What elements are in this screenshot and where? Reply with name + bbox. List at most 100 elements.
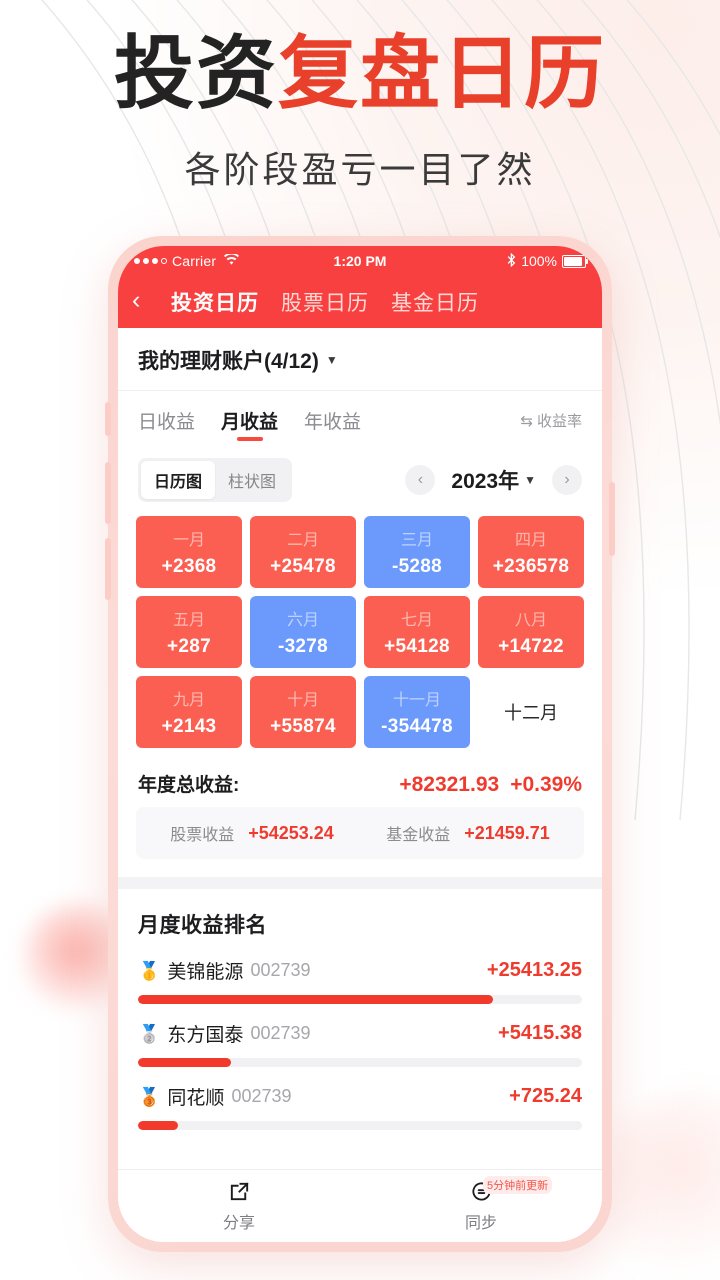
month-cell[interactable]: 二月 +25478 <box>250 516 356 588</box>
month-cell[interactable]: 十一月 -354478 <box>364 676 470 748</box>
month-cell-label: 三月 <box>400 532 433 549</box>
ranking-row[interactable]: 🥉 同花顺 002739 +725.24 <box>118 1071 602 1134</box>
month-cell[interactable]: 六月 -3278 <box>250 596 356 668</box>
ranking-row[interactable]: 🥈 东方国泰 002739 +5415.38 <box>118 1008 602 1071</box>
battery-icon <box>562 254 588 268</box>
phone-volume-down-button <box>105 538 111 600</box>
month-cell-label: 一月 <box>172 532 205 549</box>
annual-total-amount: +82321.93 <box>399 773 500 796</box>
month-cell-value: +54128 <box>384 636 450 657</box>
ranking-row-header: 🥈 东方国泰 002739 +5415.38 <box>138 1020 582 1047</box>
month-cell-value: +2368 <box>161 556 217 577</box>
wifi-icon <box>224 252 240 269</box>
segment-calendar-view[interactable]: 日历图 <box>141 461 216 499</box>
ranking-stock-name: 美锦能源 <box>167 962 244 983</box>
ranking-row-header: 🥇 美锦能源 002739 +25413.25 <box>138 957 582 984</box>
breakdown-stock-label: 股票收益 <box>170 827 235 844</box>
bronze-medal-icon: 🥉 <box>138 1086 161 1107</box>
period-tab-bar: 日收益 月收益 年收益 ⇆ 收益率 <box>118 391 602 454</box>
back-button[interactable]: ‹ <box>132 288 160 316</box>
tab-yearly-return[interactable]: 年收益 <box>304 407 361 441</box>
year-label: 2023年 <box>451 470 520 493</box>
swap-icon: ⇆ <box>520 412 533 430</box>
next-year-button[interactable]: › <box>552 465 582 495</box>
phone-mute-button <box>105 402 111 436</box>
month-cell-value: +14722 <box>498 636 564 657</box>
ranking-progress-bar <box>138 1058 582 1067</box>
nav-tab-fund-calendar[interactable]: 基金日历 <box>380 287 490 317</box>
share-icon <box>228 1180 251 1204</box>
month-cell-label: 五月 <box>172 612 205 629</box>
ranking-stock-code: 002739 <box>250 1023 311 1043</box>
hero-section: 投资复盘日历 各阶段盈亏一目了然 <box>0 0 720 193</box>
share-button[interactable]: 分享 <box>118 1180 360 1233</box>
month-cell[interactable]: 一月 +2368 <box>136 516 242 588</box>
month-cell-value: +25478 <box>270 556 336 577</box>
month-cell-value: -3278 <box>277 636 329 657</box>
return-rate-label: 收益率 <box>536 413 582 430</box>
ranking-progress-bar <box>138 1121 582 1130</box>
account-selector[interactable]: 我的理财账户(4/12) ▼ <box>118 328 602 391</box>
ranking-progress-fill <box>138 1058 232 1067</box>
ranking-progress-bar <box>138 995 582 1004</box>
tab-monthly-return[interactable]: 月收益 <box>221 407 278 441</box>
year-selector[interactable]: 2023年 ▼ <box>451 465 536 495</box>
month-cell[interactable]: 十二月 <box>478 676 584 748</box>
return-breakdown: 股票收益 +54253.24 基金收益 +21459.71 <box>136 807 584 859</box>
ranking-stock-value: +5415.38 <box>498 1022 582 1044</box>
segment-bar-chart-view[interactable]: 柱状图 <box>215 461 289 499</box>
caret-down-icon: ▼ <box>524 473 536 487</box>
month-cell[interactable]: 八月 +14722 <box>478 596 584 668</box>
ranking-progress-fill <box>138 1121 178 1130</box>
view-mode-segmented-control: 日历图 柱状图 <box>138 458 293 502</box>
month-cell-label: 七月 <box>400 612 433 629</box>
annual-total-percent: +0.39% <box>510 773 582 796</box>
month-cell-label: 十二月 <box>504 703 558 723</box>
month-cell[interactable]: 三月 -5288 <box>364 516 470 588</box>
annual-total-row: 年度总收益: +82321.93 +0.39% <box>118 754 602 807</box>
gold-medal-icon: 🥇 <box>138 960 161 981</box>
ranking-stock-name: 同花顺 <box>167 1088 225 1109</box>
carrier-label: Carrier <box>172 253 217 269</box>
ranking-stock-code: 002739 <box>231 1086 292 1106</box>
breakdown-stock-value: +54253.24 <box>248 822 334 843</box>
month-cell-label: 十月 <box>286 692 319 709</box>
account-selector-label: 我的理财账户(4/12) <box>138 350 319 373</box>
phone-power-button <box>609 482 615 556</box>
page-title: 投资复盘日历 <box>0 0 720 117</box>
ranking-stock-code: 002739 <box>250 960 311 980</box>
status-bar: Carrier 1:20 PM 100% <box>118 246 602 276</box>
nav-tab-investment-calendar[interactable]: 投资日历 <box>160 287 270 317</box>
status-bar-right: 100% <box>507 252 588 270</box>
ranking-row-header: 🥉 同花顺 002739 +725.24 <box>138 1083 582 1110</box>
prev-year-button[interactable]: ‹ <box>405 465 436 495</box>
month-cell[interactable]: 九月 +2143 <box>136 676 242 748</box>
sync-button[interactable]: 5分钟前更新 同步 <box>360 1175 602 1233</box>
sync-updated-badge: 5分钟前更新 <box>483 1175 553 1194</box>
nav-tab-stock-calendar[interactable]: 股票日历 <box>270 287 380 317</box>
caret-down-icon: ▼ <box>325 353 338 367</box>
view-control-row: 日历图 柱状图 ‹ 2023年 ▼ › <box>118 454 602 516</box>
month-cell-value: +287 <box>167 636 211 657</box>
month-cell[interactable]: 四月 +236578 <box>478 516 584 588</box>
month-cell[interactable]: 十月 +55874 <box>250 676 356 748</box>
annual-total-label: 年度总收益: <box>138 775 240 796</box>
month-cell-label: 十一月 <box>392 692 441 709</box>
tab-daily-return[interactable]: 日收益 <box>138 407 195 441</box>
month-cell[interactable]: 七月 +54128 <box>364 596 470 668</box>
month-cell-label: 九月 <box>172 692 205 709</box>
month-cell[interactable]: 五月 +287 <box>136 596 242 668</box>
month-cell-value: +55874 <box>270 716 336 737</box>
ranking-stock-value: +25413.25 <box>486 959 582 981</box>
month-cell-value: +2143 <box>161 716 217 737</box>
month-calendar-grid: 一月 +2368 二月 +25478 三月 -5288 四月 +236578 五月 +287 六月 -… <box>118 516 602 754</box>
bluetooth-icon <box>507 252 516 270</box>
month-cell-value: -5288 <box>391 556 443 577</box>
silver-medal-icon: 🥈 <box>138 1023 161 1044</box>
breakdown-fund-value: +21459.71 <box>464 822 550 843</box>
nav-bar: ‹ 投资日历 股票日历 基金日历 <box>118 276 602 328</box>
return-rate-toggle[interactable]: ⇆ 收益率 <box>520 410 582 438</box>
battery-percent-label: 100% <box>521 253 557 269</box>
ranking-card: 月度收益排名 🥇 美锦能源 002739 +25413.25 🥈 东方国泰 002739 +5… <box>118 889 602 1169</box>
ranking-row[interactable]: 🥇 美锦能源 002739 +25413.25 <box>118 945 602 1008</box>
